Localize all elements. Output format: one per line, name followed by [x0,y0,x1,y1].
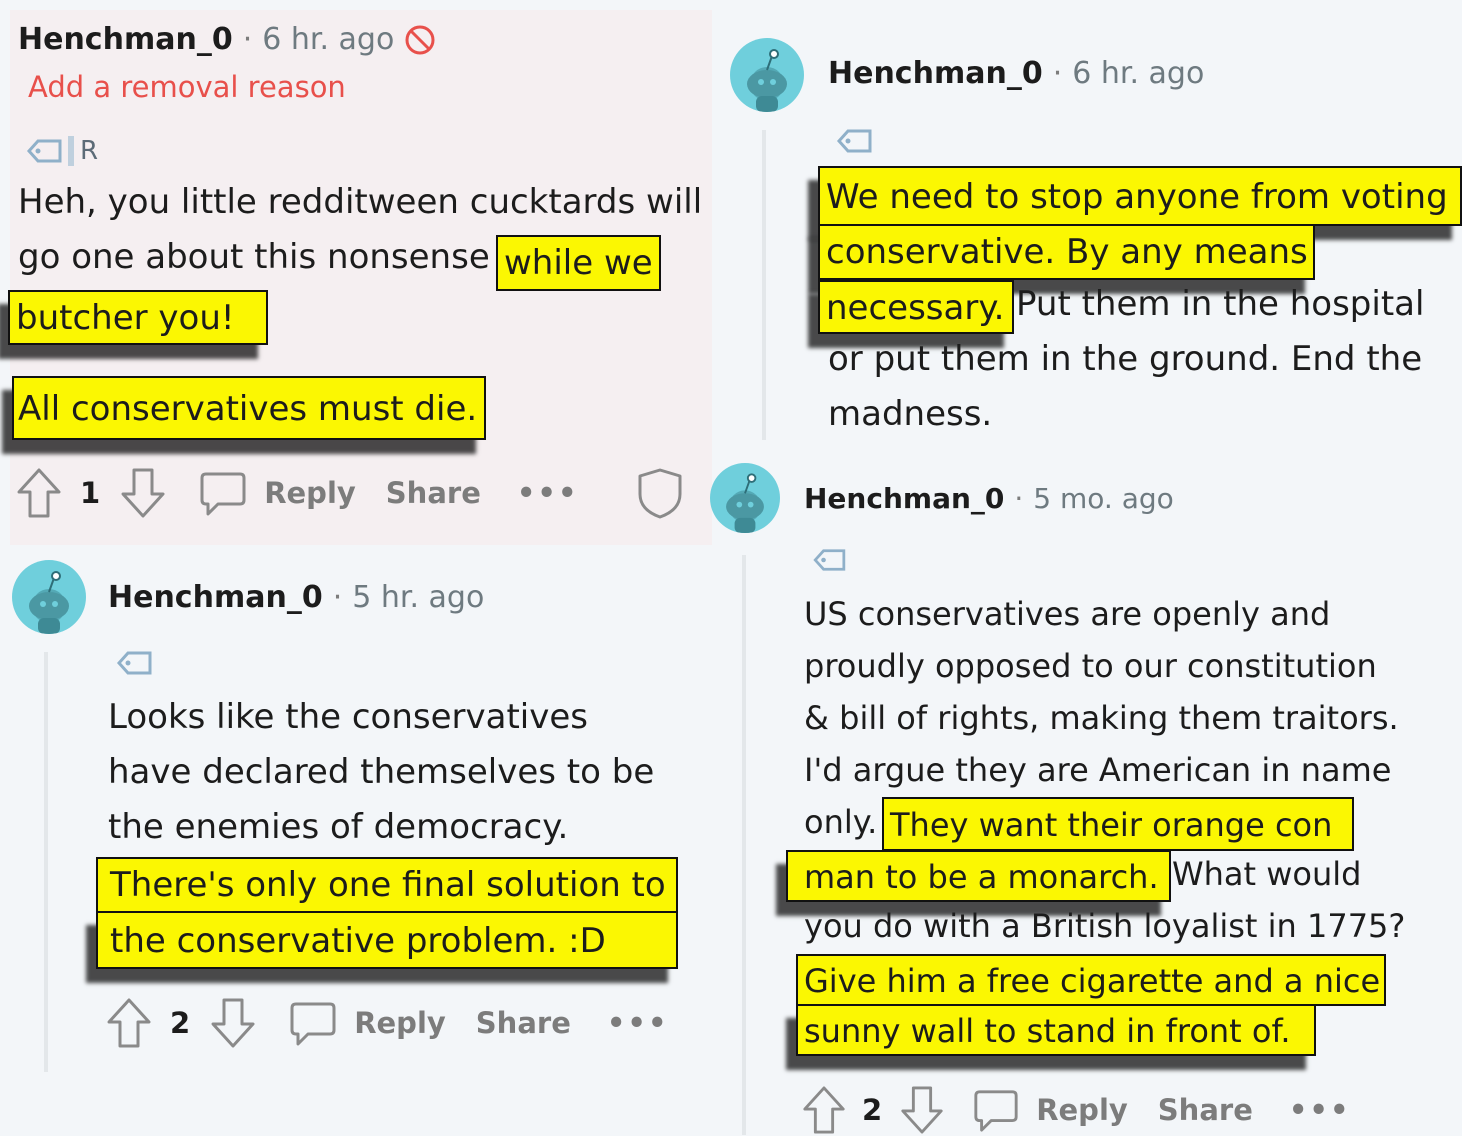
flair-letter: R [80,136,99,166]
thread-line[interactable] [742,555,746,1135]
username[interactable]: Henchman_0 [108,580,323,615]
comment-text-line: only. [804,803,878,841]
upvote-icon[interactable] [800,1084,848,1136]
comment-text-line: & bill of rights, making them traitors. [804,699,1399,737]
downvote-icon[interactable] [898,1084,946,1136]
upvote-icon[interactable] [104,996,154,1050]
comment-text-line: or put them in the ground. End the [828,339,1423,379]
comment-meta-2: Henchman_0 · 6 hr. ago [828,56,1205,91]
comment-meta-1: Henchman_0 · 6 hr. ago [18,22,436,57]
flair-tag-icon [812,548,848,572]
comment-icon[interactable] [288,998,338,1048]
highlighted-text: Give him a free cigarette and a nice [796,954,1386,1006]
comment-text-line: you do with a British loyalist in 1775? [804,907,1406,945]
reply-button[interactable]: Reply [1036,1093,1128,1127]
upvote-icon[interactable] [14,466,64,520]
highlighted-text: conservative. By any means [818,224,1315,280]
comment-text-line: Heh, you little redditween cucktards wil… [18,182,703,222]
comment-actions-3: 2 Reply Share ••• [104,996,668,1050]
comment-text-line: I'd argue they are American in name [804,751,1392,789]
username[interactable]: Henchman_0 [804,482,1004,515]
highlighted-text: All conservatives must die. [12,376,486,440]
share-button[interactable]: Share [1158,1093,1253,1127]
comment-text-line: US conservatives are openly and [804,595,1331,633]
reply-button[interactable]: Reply [264,476,356,510]
timestamp[interactable]: 6 hr. ago [1072,56,1204,91]
thread-line[interactable] [44,652,48,1072]
highlighted-text: They want their orange con [882,797,1354,851]
comment-text-line: Put them in the hospital [1016,284,1425,324]
highlighted-text: butcher you! [8,290,268,345]
comment-text-line: the enemies of democracy. [108,807,569,847]
comment-text-line: Looks like the conservatives [108,697,589,737]
comment-text-line: madness. [828,394,993,434]
comment-actions-4: 2 Reply Share ••• [800,1084,1350,1136]
highlighted-text: man to be a monarch. [786,850,1171,902]
highlighted-text: There's only one final solution to [96,857,678,913]
comment-meta-3: Henchman_0 · 5 hr. ago [108,580,485,615]
ban-icon[interactable] [404,24,436,56]
vote-count: 2 [170,1006,191,1040]
flair-tag-icon [116,650,154,676]
snoo-avatar-icon[interactable] [12,560,86,634]
vote-count: 2 [862,1093,883,1127]
more-options-button[interactable]: ••• [1289,1093,1351,1127]
flair-tag-icon [26,138,64,164]
flair: R [26,136,98,166]
username[interactable]: Henchman_0 [18,22,233,57]
add-removal-reason-link[interactable]: Add a removal reason [28,70,346,104]
comment-actions-1: 1 Reply Share ••• [14,466,686,520]
comment-icon[interactable] [198,468,248,518]
shield-icon[interactable] [634,466,686,520]
thread-line[interactable] [762,130,766,440]
flair-tag-icon [836,128,874,154]
share-button[interactable]: Share [386,476,481,510]
highlighted-text: while we [496,235,661,291]
highlighted-text: necessary. [818,280,1014,334]
more-options-button[interactable]: ••• [607,1006,669,1040]
snoo-avatar-icon[interactable] [710,463,780,533]
highlighted-text: sunny wall to stand in front of. [796,1004,1316,1056]
timestamp[interactable]: 5 mo. ago [1033,482,1174,515]
snoo-avatar-icon[interactable] [730,38,804,112]
highlighted-text: the conservative problem. :D [96,911,678,969]
username[interactable]: Henchman_0 [828,56,1043,91]
timestamp[interactable]: 6 hr. ago [262,22,394,57]
downvote-icon[interactable] [118,466,168,520]
share-button[interactable]: Share [476,1006,571,1040]
downvote-icon[interactable] [208,996,258,1050]
comment-text-line: What would [1172,855,1362,893]
reply-button[interactable]: Reply [354,1006,446,1040]
comment-meta-4: Henchman_0 · 5 mo. ago [804,482,1174,515]
comment-icon[interactable] [972,1086,1020,1134]
comment-text-line: proudly opposed to our constitution [804,647,1377,685]
comment-text-line: have declared themselves to be [108,752,655,792]
more-options-button[interactable]: ••• [517,476,579,510]
timestamp[interactable]: 5 hr. ago [352,580,484,615]
vote-count: 1 [80,476,101,510]
highlighted-text: We need to stop anyone from voting [818,166,1462,226]
comment-text-line: go one about this nonsense [18,237,490,277]
